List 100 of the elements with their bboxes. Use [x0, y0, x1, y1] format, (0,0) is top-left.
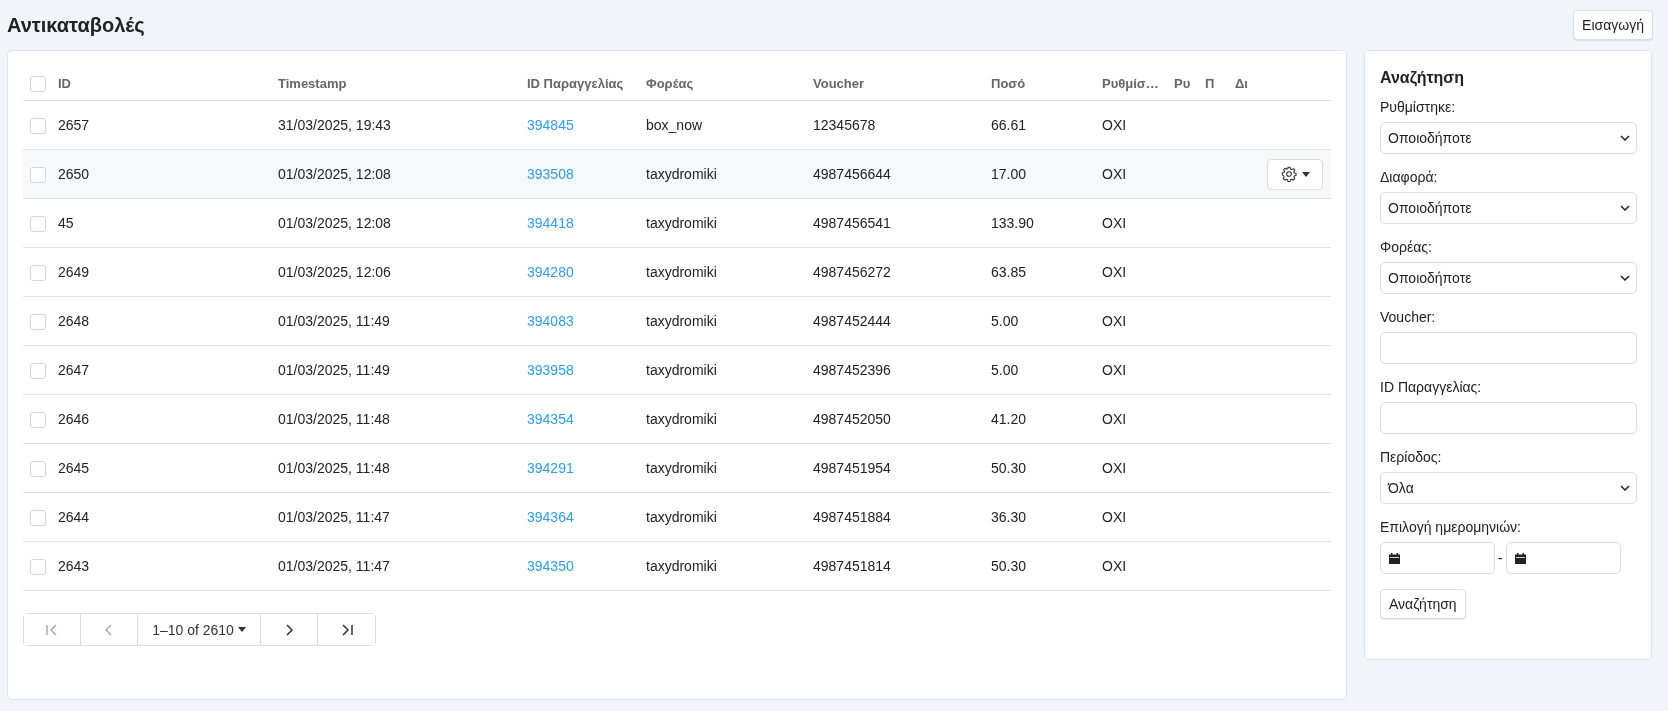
adjusted-cell: OXI: [1102, 460, 1127, 476]
carrier-cell: taxydromiki: [646, 460, 717, 476]
column-header[interactable]: ID: [58, 76, 71, 91]
amount-cell: 41.20: [991, 411, 1027, 427]
timestamp-cell: 01/03/2025, 11:48: [278, 460, 390, 476]
adjusted-cell: OXI: [1102, 411, 1127, 427]
amount-cell: 50.30: [991, 558, 1027, 574]
column-header[interactable]: ID Παραγγελίας: [527, 76, 624, 91]
voucher-cell: 4987456644: [813, 166, 891, 182]
row-checkbox[interactable]: [30, 411, 46, 428]
adjusted-cell: OXI: [1102, 166, 1127, 182]
amount-cell: 5.00: [991, 362, 1019, 378]
caret-icon: [1301, 171, 1310, 177]
id-cell: 2650: [58, 166, 90, 182]
select-all-checkbox[interactable]: [30, 75, 46, 92]
row-checkbox[interactable]: [30, 215, 46, 232]
id-cell: 2647: [58, 362, 90, 378]
carrier-cell: taxydromiki: [646, 313, 717, 329]
order-link[interactable]: 394350: [527, 558, 574, 574]
date-field[interactable]: [1380, 542, 1495, 574]
voucher-cell: 4987451814: [813, 558, 891, 574]
voucher-cell: 4987452050: [813, 411, 891, 427]
adjusted-cell: OXI: [1102, 313, 1127, 329]
timestamp-cell: 01/03/2025, 12:08: [278, 215, 391, 231]
voucher-cell: 4987456272: [813, 264, 891, 280]
field-label: Περίοδος:: [1380, 449, 1443, 465]
timestamp-cell: 01/03/2025, 12:08: [278, 166, 391, 182]
column-header[interactable]: Voucher: [813, 76, 865, 91]
row-checkbox[interactable]: [30, 166, 46, 183]
carrier-cell: box_now: [646, 117, 703, 133]
id-cell: 2649: [58, 264, 90, 280]
carrier-cell: taxydromiki: [646, 166, 717, 182]
row-checkbox[interactable]: [30, 460, 46, 477]
select-field[interactable]: Όλα: [1380, 472, 1637, 504]
caret-icon: [237, 627, 246, 632]
carrier-cell: taxydromiki: [646, 362, 717, 378]
date-field[interactable]: [1505, 542, 1621, 574]
voucher-cell: 4987452444: [813, 313, 891, 329]
id-cell: 2645: [58, 460, 90, 476]
column-header[interactable]: Δι: [1235, 76, 1248, 91]
amount-cell: 36.30: [991, 509, 1027, 525]
import-button[interactable]: Εισαγωγή: [1573, 10, 1653, 40]
order-link[interactable]: 394083: [527, 313, 574, 329]
settings-menu-button[interactable]: [1267, 158, 1323, 190]
amount-cell: 66.61: [991, 117, 1027, 133]
calendar-icon: [1389, 552, 1400, 564]
row-checkbox[interactable]: [30, 117, 46, 134]
voucher-cell: 4987452396: [813, 362, 891, 378]
timestamp-cell: 01/03/2025, 11:47: [278, 509, 390, 525]
field-label: Επιλογή ημερομηνιών:: [1380, 519, 1522, 535]
amount-cell: 50.30: [991, 460, 1027, 476]
last-page-icon: [339, 622, 354, 637]
adjusted-cell: OXI: [1102, 362, 1127, 378]
field-label: Ρυθμίστηκε:: [1380, 99, 1457, 115]
select-field[interactable]: Οποιοδήποτε: [1380, 262, 1637, 294]
voucher-cell: 4987456541: [813, 215, 891, 231]
column-header[interactable]: Ρυ: [1174, 76, 1191, 91]
carrier-cell: taxydromiki: [646, 215, 717, 231]
adjusted-cell: OXI: [1102, 558, 1127, 574]
row-checkbox[interactable]: [30, 362, 46, 379]
search-button[interactable]: Αναζήτηση: [1380, 589, 1466, 619]
column-header[interactable]: Timestamp: [278, 76, 347, 91]
input-field[interactable]: [1380, 332, 1637, 364]
column-header[interactable]: Π: [1205, 76, 1215, 91]
column-header[interactable]: Φορέας: [646, 76, 694, 91]
settings-icon: [1280, 166, 1297, 182]
order-link[interactable]: 393958: [527, 362, 574, 378]
first-page-icon: [45, 622, 59, 637]
voucher-cell: 4987451954: [813, 460, 891, 476]
row-checkbox[interactable]: [30, 509, 46, 526]
field-label: Voucher:: [1380, 309, 1437, 325]
range-separator: -: [1498, 550, 1503, 566]
input-field[interactable]: [1380, 402, 1637, 434]
adjusted-cell: OXI: [1102, 117, 1127, 133]
select-field[interactable]: Οποιοδήποτε: [1380, 192, 1637, 224]
row-checkbox[interactable]: [30, 558, 46, 575]
timestamp-cell: 01/03/2025, 11:47: [278, 558, 390, 574]
row-checkbox[interactable]: [30, 264, 46, 281]
column-header[interactable]: Ρυθμίσ…: [1102, 76, 1159, 91]
adjusted-cell: OXI: [1102, 215, 1127, 231]
amount-cell: 63.85: [991, 264, 1027, 280]
carrier-cell: taxydromiki: [646, 509, 717, 525]
order-link[interactable]: 394354: [527, 411, 574, 427]
order-link[interactable]: 394845: [527, 117, 574, 133]
id-cell: 2648: [58, 313, 90, 329]
select-field[interactable]: Οποιοδήποτε: [1380, 122, 1637, 154]
timestamp-cell: 01/03/2025, 11:49: [278, 313, 390, 329]
order-link[interactable]: 394291: [527, 460, 574, 476]
column-header[interactable]: Ποσό: [991, 76, 1026, 91]
timestamp-cell: 01/03/2025, 12:06: [278, 264, 391, 280]
order-link[interactable]: 394280: [527, 264, 574, 280]
id-cell: 2643: [58, 558, 90, 574]
field-label: Διαφορά:: [1380, 169, 1439, 185]
field-label: ID Παραγγελίας:: [1380, 379, 1483, 395]
order-link[interactable]: 394364: [527, 509, 574, 525]
carrier-cell: taxydromiki: [646, 411, 717, 427]
row-checkbox[interactable]: [30, 313, 46, 330]
panel-title: Αναζήτηση: [1380, 69, 1466, 87]
carrier-cell: taxydromiki: [646, 558, 717, 574]
order-link[interactable]: 394418: [527, 215, 574, 231]
